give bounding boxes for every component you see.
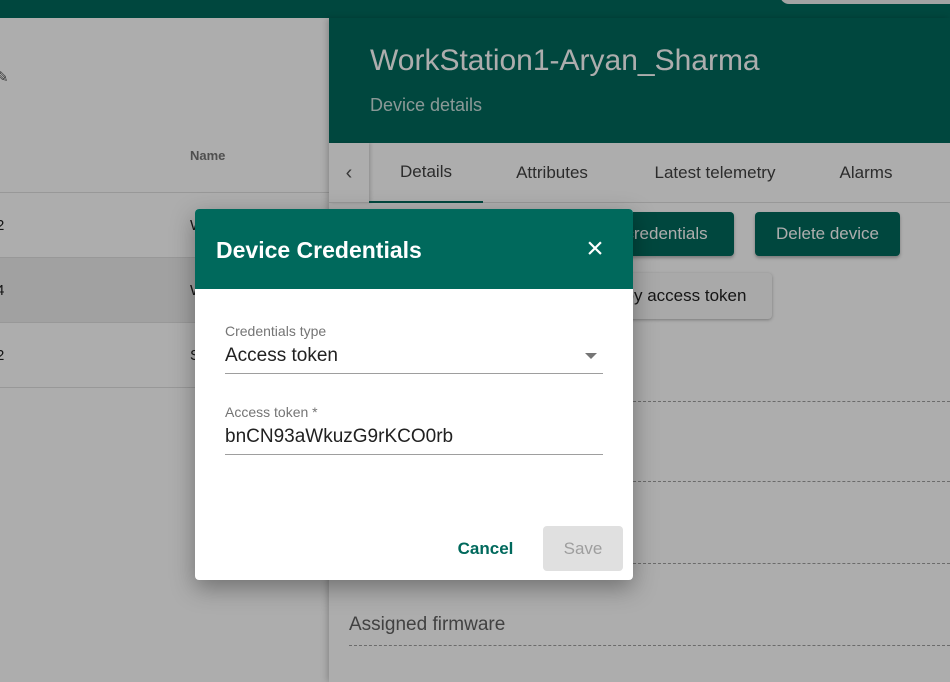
dialog-header: Device Credentials × (195, 209, 633, 289)
cancel-button[interactable]: Cancel (448, 527, 523, 571)
close-icon[interactable]: × (581, 234, 609, 264)
credentials-type-value[interactable]: Access token (225, 345, 603, 371)
field-underline (225, 373, 603, 374)
field-underline (225, 454, 603, 455)
save-button[interactable]: Save (543, 526, 623, 571)
dialog-title: Device Credentials (216, 237, 422, 263)
device-credentials-dialog: Device Credentials × Credentials type Ac… (195, 209, 633, 580)
dropdown-caret-icon[interactable] (585, 353, 597, 359)
credentials-type-label: Credentials type (225, 323, 327, 339)
access-token-label: Access token * (225, 404, 318, 420)
access-token-field[interactable]: Access token * bnCN93aWkuzG9rKCO0rb (225, 404, 603, 455)
credentials-type-select[interactable]: Credentials type Access token (225, 323, 603, 374)
access-token-input[interactable]: bnCN93aWkuzG9rKCO0rb (225, 426, 603, 452)
